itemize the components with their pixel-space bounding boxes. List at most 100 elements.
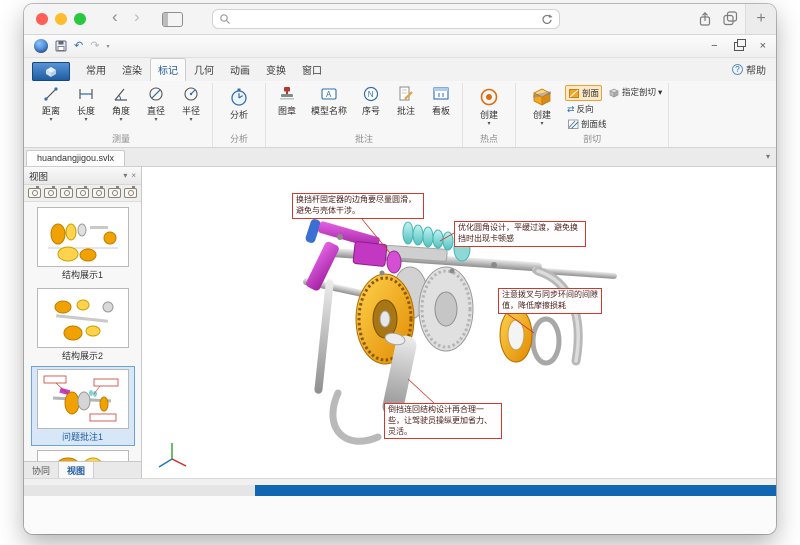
panel-collapse-icon[interactable]: ▾ [766, 152, 770, 161]
dropdown-icon: ▾ [154, 118, 157, 123]
button-label: 直径 [147, 104, 165, 117]
analysis-button[interactable]: 分析 [217, 83, 261, 121]
tab-views[interactable]: 视图 [59, 462, 94, 478]
section-reverse-button[interactable]: ⇄ 反向 [565, 102, 664, 116]
app-window-controls: − × [711, 40, 766, 52]
group-label-annotate: 批注 [270, 131, 458, 147]
measure-length-button[interactable]: 长度 ▾ [69, 83, 103, 123]
stamp-button[interactable]: 图章 [270, 83, 304, 117]
dropdown-icon: ▾ [658, 87, 662, 98]
camera-settings-icon[interactable] [92, 188, 105, 198]
camera-up-icon[interactable] [60, 188, 73, 198]
measure-radius-button[interactable]: 半径 ▾ [174, 83, 208, 123]
view-thumbnail-item[interactable]: 结构展示1 [32, 205, 134, 283]
panel-close-icon[interactable]: × [131, 171, 136, 180]
board-button[interactable]: 看板 [424, 83, 458, 117]
view-thumbnail-label: 结构展示2 [32, 349, 134, 362]
model-viewport[interactable]: 换挡杆固定器的边角要尽量圆滑，避免与壳体干涉。 优化圆角设计，平缓过渡，避免换挡… [142, 167, 776, 478]
menu-tab-geometry[interactable]: 几何 [186, 58, 222, 81]
menu-tab-common[interactable]: 常用 [78, 58, 114, 81]
button-label: 长度 [77, 104, 95, 117]
sidebar-toggle-icon[interactable] [162, 12, 183, 27]
app-restore-button[interactable] [734, 42, 744, 51]
refresh-icon[interactable] [540, 13, 553, 26]
annotation-icon [397, 85, 415, 103]
annotation-callout[interactable]: 优化圆角设计，平缓过渡，避免换挡时出现卡顿感 [454, 221, 586, 247]
camera-down-icon[interactable] [76, 188, 89, 198]
menu-tab-animation[interactable]: 动画 [222, 58, 258, 81]
group-label-section: 剖切 [520, 131, 664, 147]
measure-distance-button[interactable]: 距离 ▾ [34, 83, 68, 123]
undo-icon[interactable]: ↶ [74, 38, 83, 54]
gear-gray-center [419, 267, 473, 351]
svg-text:A: A [326, 90, 332, 99]
group-section: 创建 ▾ 剖面 指定剖切 ▾ [516, 83, 669, 147]
menu-tab-window[interactable]: 窗口 [294, 58, 330, 81]
app-window: ‹ › + ↶ ↷ ▾ − × [24, 4, 776, 534]
view-thumbnail-item-selected[interactable]: 问题批注1 [32, 367, 134, 445]
view-thumbnail-item[interactable]: 结构展示2 [32, 286, 134, 364]
ribbon: 距离 ▾ 长度 ▾ 角度 ▾ 直径 ▾ [24, 81, 776, 148]
back-button[interactable]: ‹ [112, 7, 118, 27]
dropdown-icon: ▾ [49, 118, 52, 123]
sequence-icon: N [362, 85, 380, 103]
new-tab-button[interactable]: + [745, 4, 776, 34]
window-minimize-light[interactable] [55, 13, 67, 25]
annotation-callout[interactable]: 注意拨叉与同步环间的间隙值，降低摩擦损耗 [498, 288, 602, 314]
axis-triad [159, 443, 186, 467]
window-fullscreen-light[interactable] [74, 13, 86, 25]
forward-button[interactable]: › [134, 7, 140, 27]
menu-tab-mark[interactable]: 标记 [150, 58, 186, 81]
browser-toolbar: ‹ › + [24, 4, 776, 35]
share-icon[interactable] [698, 11, 712, 27]
main-content: 视图 ▾ × 结构展示1 [24, 167, 776, 478]
status-strip [24, 478, 776, 485]
camera-update-icon[interactable] [44, 188, 57, 198]
toolbar-dropdown-icon[interactable]: ▾ [106, 43, 109, 50]
save-icon[interactable] [55, 38, 67, 54]
group-measure: 距离 ▾ 长度 ▾ 角度 ▾ 直径 ▾ [30, 83, 213, 147]
button-label: 半径 [182, 104, 200, 117]
address-input[interactable] [235, 12, 540, 26]
camera-delete-icon[interactable] [124, 188, 137, 198]
measure-diameter-button[interactable]: 直径 ▾ [139, 83, 173, 123]
section-hatch-button[interactable]: 剖面线 [565, 117, 664, 131]
measure-angle-button[interactable]: 角度 ▾ [104, 83, 138, 123]
menu-tab-transform[interactable]: 变换 [258, 58, 294, 81]
panel-pin-icon[interactable]: ▾ [123, 171, 127, 180]
menu-tab-render[interactable]: 渲染 [114, 58, 150, 81]
annotation-callout[interactable]: 换挡杆固定器的边角要尽量圆滑，避免与壳体干涉。 [292, 193, 424, 219]
redo-icon[interactable]: ↷ [90, 38, 99, 54]
view-thumbnail-item[interactable] [32, 448, 134, 461]
button-label: 分析 [230, 108, 248, 121]
sequence-number-button[interactable]: N 序号 [354, 83, 388, 117]
section-cube-icon [531, 85, 553, 107]
annotation-button[interactable]: 批注 [389, 83, 423, 117]
document-tab[interactable]: huandangjigou.svlx [26, 150, 125, 166]
views-list: 结构展示1 结构展示2 问题批注1 [24, 202, 141, 461]
tab-collaboration[interactable]: 协同 [24, 462, 59, 478]
section-plane-button[interactable]: 剖面 [565, 85, 602, 101]
stopwatch-icon [229, 85, 249, 107]
camera-add-icon[interactable] [28, 188, 41, 198]
section-create-button[interactable]: 创建 ▾ [520, 83, 564, 127]
file-menu-button[interactable] [32, 62, 70, 81]
model-name-button[interactable]: A 模型名称 [305, 83, 353, 117]
app-close-button[interactable]: × [760, 40, 766, 52]
window-close-light[interactable] [36, 13, 48, 25]
group-annotate: 图章 A 模型名称 N 序号 批注 看板 批注 [266, 83, 463, 147]
hotspot-create-button[interactable]: 创建 ▾ [467, 83, 511, 127]
annotation-callout[interactable]: 倒挡连回结构设计再合理一些，让驾驶员操纵更加省力、灵活。 [384, 403, 502, 439]
help-button[interactable]: ? 帮助 [732, 62, 766, 77]
button-label: 指定剖切 [622, 86, 656, 98]
group-label-measure: 测量 [34, 131, 208, 147]
view-thumbnail-label: 问题批注1 [32, 430, 134, 443]
camera-play-icon[interactable] [108, 188, 121, 198]
button-label: 批注 [397, 104, 415, 117]
app-minimize-button[interactable]: − [711, 40, 717, 52]
view-thumbnail-image [37, 207, 129, 267]
address-search-field[interactable] [212, 9, 560, 29]
button-label: 模型名称 [311, 104, 347, 117]
assign-section-button[interactable]: 指定剖切 ▾ [606, 85, 664, 99]
tab-overview-icon[interactable] [723, 11, 738, 26]
